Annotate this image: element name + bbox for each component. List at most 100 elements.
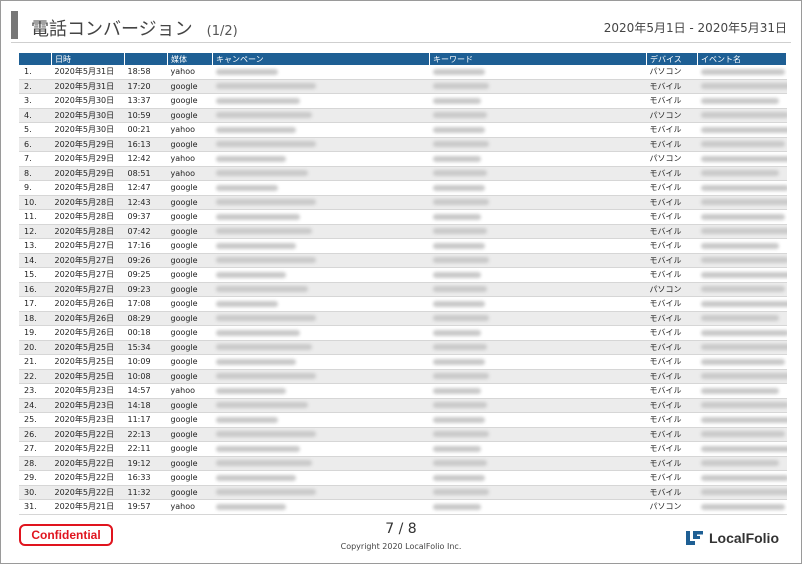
redacted-text (700, 155, 787, 162)
col-header-number (19, 53, 52, 65)
row-device: モバイル (646, 209, 698, 225)
row-event-name (697, 456, 787, 471)
row-event-name (697, 311, 787, 326)
row-number: 2. (19, 79, 52, 94)
table-row: 5. 2020年5月30日 00:21 yahoo モバイル (19, 122, 787, 138)
row-media: google (167, 93, 213, 109)
redacted-text (432, 445, 481, 452)
redacted-text (215, 489, 316, 496)
redacted-text (700, 170, 779, 177)
table-row: 22. 2020年5月25日 10:08 google モバイル (19, 369, 787, 384)
row-media: google (167, 325, 213, 341)
localfolio-logo: LocalFolio (685, 529, 779, 547)
row-campaign (212, 383, 430, 399)
redacted-text (432, 257, 489, 264)
table-row: 27. 2020年5月22日 22:11 google モバイル (19, 441, 787, 457)
row-event-name (697, 296, 787, 312)
row-campaign (212, 427, 430, 442)
redacted-text (700, 416, 787, 423)
date-range: 2020年5月1日 - 2020年5月31日 (603, 21, 787, 35)
row-device: モバイル (646, 470, 698, 486)
row-date: 2020年5月27日 (51, 253, 125, 268)
row-number: 3. (19, 93, 52, 109)
row-event-name (697, 151, 787, 167)
table-row: 30. 2020年5月22日 11:32 google モバイル (19, 485, 787, 500)
table-row: 16. 2020年5月27日 09:23 google パソコン (19, 282, 787, 297)
row-keyword (429, 79, 647, 94)
row-campaign (212, 195, 430, 210)
row-keyword (429, 108, 647, 123)
redacted-text (432, 402, 487, 409)
row-media: google (167, 224, 213, 239)
row-keyword (429, 412, 647, 428)
row-date: 2020年5月23日 (51, 398, 125, 413)
row-date: 2020年5月27日 (51, 267, 125, 283)
row-device: モバイル (646, 369, 698, 384)
redacted-text (700, 358, 785, 365)
row-media: google (167, 79, 213, 94)
row-date: 2020年5月28日 (51, 195, 125, 210)
row-number: 12. (19, 224, 52, 239)
row-event-name (697, 383, 787, 399)
row-campaign (212, 340, 430, 355)
row-keyword (429, 238, 647, 254)
redacted-text (215, 271, 286, 278)
row-media: yahoo (167, 151, 213, 167)
row-time: 10:08 (124, 369, 168, 384)
row-time: 16:33 (124, 470, 168, 486)
row-time: 09:26 (124, 253, 168, 268)
row-time: 19:57 (124, 499, 168, 515)
redacted-text (432, 155, 481, 162)
row-media: yahoo (167, 166, 213, 181)
row-device: モバイル (646, 224, 698, 239)
row-date: 2020年5月31日 (51, 79, 125, 94)
row-campaign (212, 485, 430, 500)
header-divider (11, 42, 791, 43)
table-row: 14. 2020年5月27日 09:26 google モバイル (19, 253, 787, 268)
row-time: 18:58 (124, 65, 168, 80)
row-device: モバイル (646, 180, 698, 196)
table-row: 19. 2020年5月26日 00:18 google モバイル (19, 325, 787, 341)
row-media: yahoo (167, 499, 213, 515)
row-event-name (697, 398, 787, 413)
row-campaign (212, 456, 430, 471)
row-device: モバイル (646, 456, 698, 471)
redacted-text (432, 300, 485, 307)
row-date: 2020年5月25日 (51, 340, 125, 355)
row-number: 31. (19, 499, 52, 515)
row-media: google (167, 311, 213, 326)
col-header-campaign: キャンペーン (212, 53, 430, 65)
redacted-text (215, 112, 312, 119)
row-number: 11. (19, 209, 52, 225)
row-campaign (212, 296, 430, 312)
row-event-name (697, 340, 787, 355)
row-time: 10:59 (124, 108, 168, 123)
row-keyword (429, 369, 647, 384)
row-event-name (697, 267, 787, 283)
row-date: 2020年5月23日 (51, 383, 125, 399)
row-keyword (429, 311, 647, 326)
row-date: 2020年5月28日 (51, 209, 125, 225)
redacted-text (700, 315, 779, 322)
row-media: google (167, 108, 213, 123)
table-row: 1. 2020年5月31日 18:58 yahoo パソコン (19, 65, 787, 80)
row-number: 22. (19, 369, 52, 384)
row-time: 12:47 (124, 180, 168, 196)
row-device: モバイル (646, 166, 698, 181)
row-time: 17:08 (124, 296, 168, 312)
table-row: 9. 2020年5月28日 12:47 google モバイル (19, 180, 787, 196)
redacted-text (432, 474, 485, 481)
redacted-text (700, 431, 785, 438)
row-keyword (429, 151, 647, 167)
conversion-table: 日時 媒体 キャンペーン キーワード デバイス イベント名 1. 2020年5月3… (19, 53, 787, 515)
copyright-text: Copyright 2020 LocalFolio Inc. (340, 542, 462, 551)
table-row: 3. 2020年5月30日 13:37 google モバイル (19, 93, 787, 109)
row-number: 27. (19, 441, 52, 457)
row-time: 00:21 (124, 122, 168, 138)
page-number: 7 / 8 (385, 521, 417, 537)
redacted-text (215, 213, 300, 220)
redacted-text (700, 83, 787, 90)
redacted-text (215, 315, 316, 322)
redacted-text (432, 271, 481, 278)
redacted-text (215, 416, 278, 423)
